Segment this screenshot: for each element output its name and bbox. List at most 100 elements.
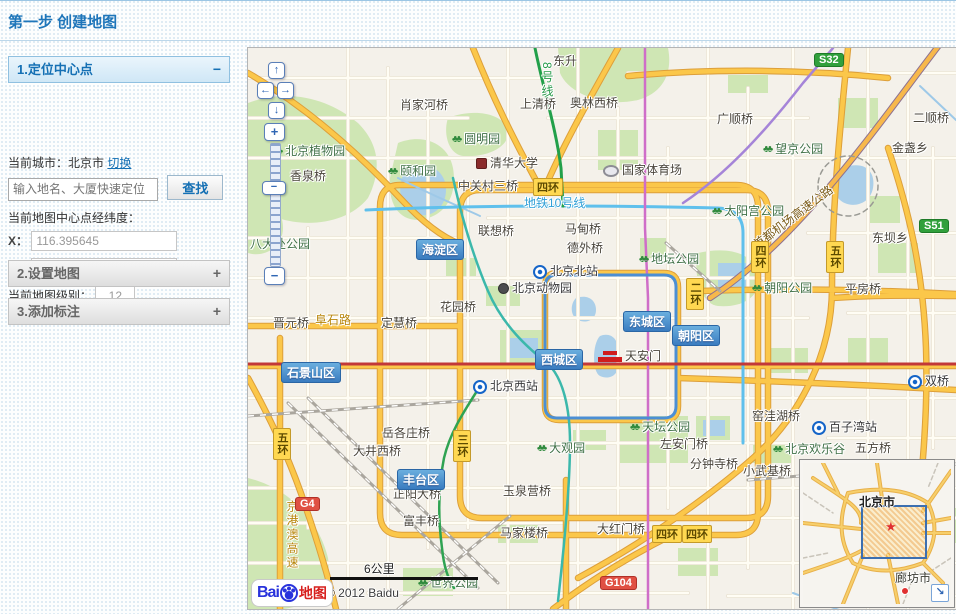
minus-icon: − xyxy=(271,181,277,193)
minimap-neighbor-label: 廊坊市 xyxy=(895,569,931,586)
panel-add-marker-header[interactable]: 3.添加标注 + xyxy=(8,298,230,325)
district-badge: 东城区 xyxy=(623,311,671,332)
map-label-text: 天安门 xyxy=(625,349,661,363)
zoom-slider-handle[interactable]: − xyxy=(262,181,286,195)
pan-left-button[interactable]: ← xyxy=(257,82,274,99)
expand-icon[interactable]: + xyxy=(213,299,221,324)
latlng-label: 当前地图中心点经纬度： xyxy=(8,209,140,226)
minus-icon: − xyxy=(271,268,279,283)
arrow-right-icon: → xyxy=(280,84,291,96)
minimap-resize-button[interactable]: ↘ xyxy=(931,584,949,602)
map-canvas[interactable]: ↑ ← → ↓ + − − 6公里 Bai 地图 © 2012 Baidu 北京… xyxy=(248,48,956,609)
map-label: 马家楼桥 xyxy=(500,527,548,540)
map-label-text: 奥林西桥 xyxy=(570,96,618,110)
map-label: 马甸桥 xyxy=(565,223,601,236)
map-label-text: 天坛公园 xyxy=(642,420,690,434)
current-city-label: 当前城市： xyxy=(8,156,68,170)
map-label-text: 广顺桥 xyxy=(717,112,753,126)
map-label: 清华大学 xyxy=(476,157,538,170)
zoom-slider-track[interactable] xyxy=(270,143,281,267)
map-label: 北京动物园 xyxy=(498,282,572,295)
map-label-text: 圆明园 xyxy=(464,132,500,146)
zoom-in-button[interactable]: + xyxy=(264,123,285,141)
pan-down-button[interactable]: ↓ xyxy=(268,102,285,119)
page: { "header": { "title": "第一步 创建地图" }, "pa… xyxy=(0,0,956,614)
map-label: 东坝乡 xyxy=(872,232,908,245)
pan-up-button[interactable]: ↑ xyxy=(268,62,285,79)
road-shield-badge: S51 xyxy=(919,219,949,233)
map-label: ♣♣北京欢乐谷 xyxy=(773,443,845,456)
map-label: 富丰桥 xyxy=(403,515,439,528)
baidu-logo-text: Bai xyxy=(257,584,279,602)
district-badge: 丰台区 xyxy=(397,469,445,490)
map-label-text: 香泉桥 xyxy=(290,169,326,183)
panel-locate-center-header[interactable]: 1.定位中心点 − xyxy=(8,56,230,83)
switch-city-link[interactable]: 切换 xyxy=(107,156,131,170)
map-label-text: 定慧桥 xyxy=(381,316,417,330)
map-label-text: 马家楼桥 xyxy=(500,526,548,540)
map-label-text: 太阳宫公园 xyxy=(724,204,784,218)
scale-bar xyxy=(330,577,478,580)
map-label: ♣♣北京植物园 xyxy=(273,145,345,158)
map-label-text: 北京西站 xyxy=(490,379,538,393)
map-label: ♣♣朝阳公园 xyxy=(752,282,812,295)
map-label: 地铁10号线 xyxy=(524,197,585,210)
map-label-text: 地铁10号线 xyxy=(524,196,585,210)
park-icon: ♣♣ xyxy=(639,253,646,266)
map-label-text: 北京植物园 xyxy=(285,144,345,158)
map-label-text: 晋元桥 xyxy=(273,316,309,330)
map-label-text: 国家体育场 xyxy=(622,163,682,177)
map-label: 百子湾站 xyxy=(812,421,877,435)
map-label-text: 北京欢乐谷 xyxy=(785,442,845,456)
search-button[interactable]: 查找 xyxy=(167,175,223,200)
zoom-out-button[interactable]: − xyxy=(264,267,285,285)
map-label-text: 肖家河桥 xyxy=(400,98,448,112)
map-label: 中关村三桥 xyxy=(458,180,518,193)
x-coordinate-input[interactable] xyxy=(31,231,177,251)
panel-add-marker-title: 3.添加标注 xyxy=(17,299,80,324)
map-label-text: 左安门桥 xyxy=(660,437,708,451)
search-input[interactable] xyxy=(8,178,158,201)
district-badge: 西城区 xyxy=(535,349,583,370)
minimap-panel: 北京市 ★ 廊坊市 ↘ xyxy=(799,459,955,608)
minimap-star-icon: ★ xyxy=(885,519,897,535)
collapse-icon[interactable]: − xyxy=(213,57,221,82)
subway-station-icon xyxy=(908,375,922,389)
map-label-text: 中关村三桥 xyxy=(458,179,518,193)
arrow-left-icon: ← xyxy=(260,84,271,96)
map-label-text: 玉泉营桥 xyxy=(503,484,551,498)
subway-station-icon xyxy=(533,265,547,279)
expand-icon[interactable]: + xyxy=(213,261,221,286)
minimap-content[interactable]: 北京市 ★ 廊坊市 ↘ xyxy=(803,463,951,604)
arrow-down-icon: ↓ xyxy=(274,104,280,116)
park-icon: ♣♣ xyxy=(537,442,544,455)
map-label-text: 大红门桥 xyxy=(597,522,645,536)
stadium-icon xyxy=(603,165,619,177)
map-copyright: © 2012 Baidu xyxy=(326,586,399,600)
arrow-up-icon: ↑ xyxy=(274,64,280,76)
district-badge: 石景山区 xyxy=(281,362,341,383)
map-label: 肖家河桥 xyxy=(400,99,448,112)
map-label: 香泉桥 xyxy=(290,170,326,183)
current-city-row: 当前城市：北京市 切换 xyxy=(8,154,131,171)
map-label: 8号线 xyxy=(540,62,553,99)
x-label: X： xyxy=(8,234,28,248)
baidu-logo: Bai 地图 xyxy=(251,579,333,607)
pan-right-button[interactable]: → xyxy=(277,82,294,99)
map-label: ♣♣天坛公园 xyxy=(630,421,690,434)
map-label: 晋元桥 xyxy=(273,317,309,330)
map-label-text: 北京北站 xyxy=(550,264,598,278)
map-label-text: 金盏乡 xyxy=(892,141,928,155)
map-label: ♣♣圆明园 xyxy=(452,133,500,146)
panel-set-map-header[interactable]: 2.设置地图 + xyxy=(8,260,230,287)
map-label-text: 二顺桥 xyxy=(913,111,949,125)
map-label: 天安门 xyxy=(598,350,661,363)
map-label: 德外桥 xyxy=(567,242,603,255)
map-label-text: 地坛公园 xyxy=(651,252,699,266)
road-shield-badge: G104 xyxy=(600,576,637,590)
page-title: 第一步 创建地图 xyxy=(8,11,117,32)
map-label-text: 清华大学 xyxy=(490,156,538,170)
map-label: 定慧桥 xyxy=(381,317,417,330)
baidu-map-word: 地图 xyxy=(299,583,327,603)
map-label: 分钟寺桥 xyxy=(690,458,738,471)
